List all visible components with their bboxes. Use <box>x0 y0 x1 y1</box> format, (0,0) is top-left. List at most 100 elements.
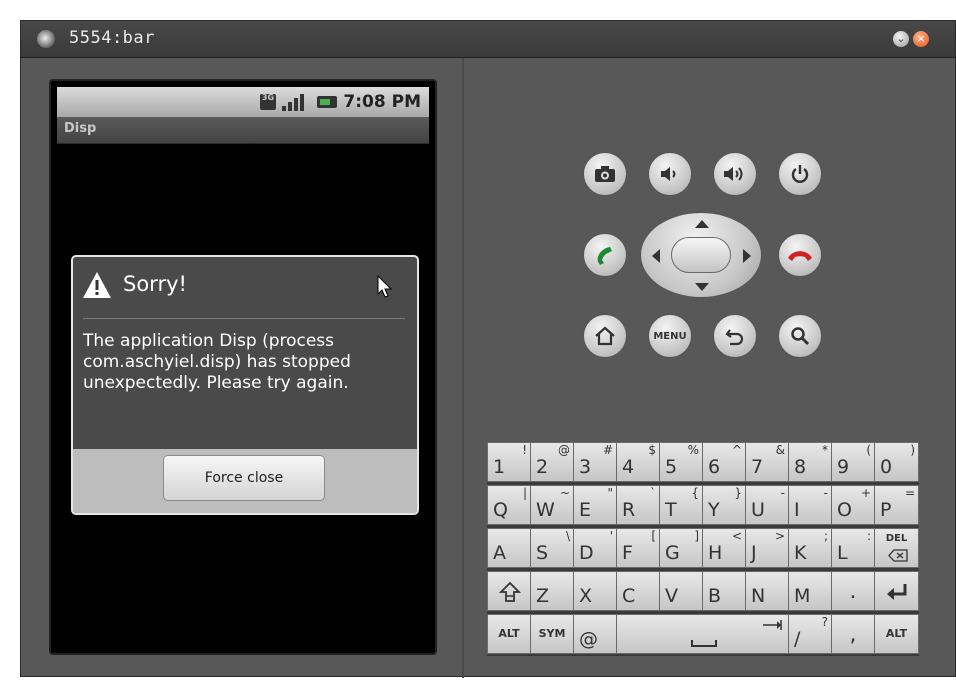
key-period[interactable]: . <box>831 571 875 611</box>
key-at[interactable]: @ <box>573 614 617 654</box>
volume-up-button[interactable] <box>713 152 757 196</box>
camera-button[interactable] <box>583 152 627 196</box>
key-alt-left[interactable]: ALT <box>487 614 531 654</box>
space-icon <box>691 640 717 647</box>
app-title-bar: Disp <box>57 117 429 144</box>
status-time: 7:08 PM <box>343 92 421 112</box>
volume-down-icon <box>661 167 676 181</box>
power-button[interactable] <box>778 152 822 196</box>
key-shift[interactable] <box>487 571 531 611</box>
enter-icon <box>887 584 907 600</box>
key-e[interactable]: E " <box>573 485 617 525</box>
key-3[interactable]: 3 # <box>573 442 617 482</box>
key-l[interactable]: L: <box>831 528 875 568</box>
key-p[interactable]: P = <box>874 485 919 525</box>
key-y[interactable]: Y} <box>702 485 746 525</box>
key-x[interactable]: X <box>573 571 617 611</box>
key-7[interactable]: 7 & <box>745 442 789 482</box>
camera-icon <box>595 166 615 182</box>
key-k[interactable]: K; <box>788 528 832 568</box>
key-delete[interactable]: DEL <box>874 528 919 568</box>
key-sym[interactable]: SYM <box>530 614 574 654</box>
key-u[interactable]: U- <box>745 485 789 525</box>
key-enter[interactable] <box>874 571 919 611</box>
key-6[interactable]: 6 ^ <box>702 442 746 482</box>
end-call-icon <box>788 251 812 261</box>
key-o[interactable]: O + <box>831 485 875 525</box>
dpad-down-icon[interactable] <box>695 283 709 291</box>
key-2[interactable]: 2 @ <box>530 442 574 482</box>
window-title: 5554:bar <box>69 28 155 48</box>
search-icon <box>791 327 810 346</box>
key-4[interactable]: 4 $ <box>616 442 660 482</box>
call-icon <box>597 247 612 265</box>
title-bar: 5554:bar ⌄ × <box>21 21 955 58</box>
force-close-button[interactable]: Force close <box>163 455 325 501</box>
minimize-button[interactable]: ⌄ <box>893 31 909 47</box>
app-title: Disp <box>64 121 97 136</box>
key-n[interactable]: N <box>745 571 789 611</box>
key-s[interactable]: S \ <box>530 528 574 568</box>
panel-divider <box>462 58 464 678</box>
key-m[interactable]: M <box>788 571 832 611</box>
home-button[interactable] <box>583 314 627 358</box>
key-1[interactable]: 1! <box>487 442 531 482</box>
dpad-up-icon[interactable] <box>695 220 709 228</box>
key-v[interactable]: V <box>659 571 703 611</box>
key-slash[interactable]: /? <box>788 614 832 654</box>
key-9[interactable]: 9( <box>831 442 875 482</box>
delete-icon <box>888 549 908 562</box>
device-screen[interactable]: 3G 7:08 PM Disp Sorry! The application D… <box>49 79 437 655</box>
key-space[interactable] <box>616 614 789 654</box>
key-h[interactable]: H < <box>702 528 746 568</box>
key-i[interactable]: I- <box>788 485 832 525</box>
dialog-title: Sorry! <box>123 272 187 296</box>
signal-strength-icon <box>282 93 306 111</box>
keyboard: 1! 2 @ 3 # 4 $ 5% 6 ^ 7 & 8 * 9( 0) Q | W ~ E " R… <box>487 442 919 656</box>
key-w[interactable]: W ~ <box>530 485 574 525</box>
menu-button[interactable]: MENU <box>648 314 692 358</box>
end-call-button[interactable] <box>778 233 822 277</box>
emulator-window: 5554:bar ⌄ × 3G 7:08 PM Disp Sorry! The … <box>20 20 956 678</box>
key-g[interactable]: G] <box>659 528 703 568</box>
volume-down-button[interactable] <box>648 152 692 196</box>
back-icon <box>725 329 744 346</box>
shift-icon <box>499 581 521 602</box>
dpad[interactable] <box>640 212 762 298</box>
key-d[interactable]: D ' <box>573 528 617 568</box>
dpad-left-icon[interactable] <box>652 249 660 263</box>
back-button[interactable] <box>713 314 757 358</box>
search-button[interactable] <box>778 314 822 358</box>
battery-icon <box>317 96 337 108</box>
key-a[interactable]: A <box>487 528 531 568</box>
key-z[interactable]: Z <box>530 571 574 611</box>
key-t[interactable]: T{ <box>659 485 703 525</box>
error-dialog: Sorry! The application Disp (process com… <box>71 255 419 515</box>
key-c[interactable]: C <box>616 571 660 611</box>
dialog-separator <box>83 318 405 319</box>
dialog-message: The application Disp (process com.aschyi… <box>83 331 351 393</box>
app-icon <box>37 30 55 48</box>
key-f[interactable]: F[ <box>616 528 660 568</box>
key-5[interactable]: 5% <box>659 442 703 482</box>
close-window-button[interactable]: × <box>913 31 929 47</box>
key-r[interactable]: R ` <box>616 485 660 525</box>
key-q[interactable]: Q | <box>487 485 531 525</box>
volume-up-icon <box>724 167 743 181</box>
key-b[interactable]: B <box>702 571 746 611</box>
menu-label: MENU <box>653 330 687 342</box>
dialog-footer: Force close <box>73 449 417 513</box>
key-alt-right[interactable]: ALT <box>874 614 919 654</box>
key-8[interactable]: 8 * <box>788 442 832 482</box>
key-comma[interactable]: , <box>831 614 875 654</box>
tab-icon <box>763 620 782 630</box>
key-0[interactable]: 0) <box>874 442 919 482</box>
call-button[interactable] <box>583 233 627 277</box>
dpad-center-button[interactable] <box>671 237 731 273</box>
warning-icon <box>83 272 111 298</box>
network-3g-icon: 3G <box>260 94 276 110</box>
power-icon <box>791 165 809 183</box>
dpad-right-icon[interactable] <box>743 249 751 263</box>
key-j[interactable]: J > <box>745 528 789 568</box>
home-icon <box>595 326 615 346</box>
